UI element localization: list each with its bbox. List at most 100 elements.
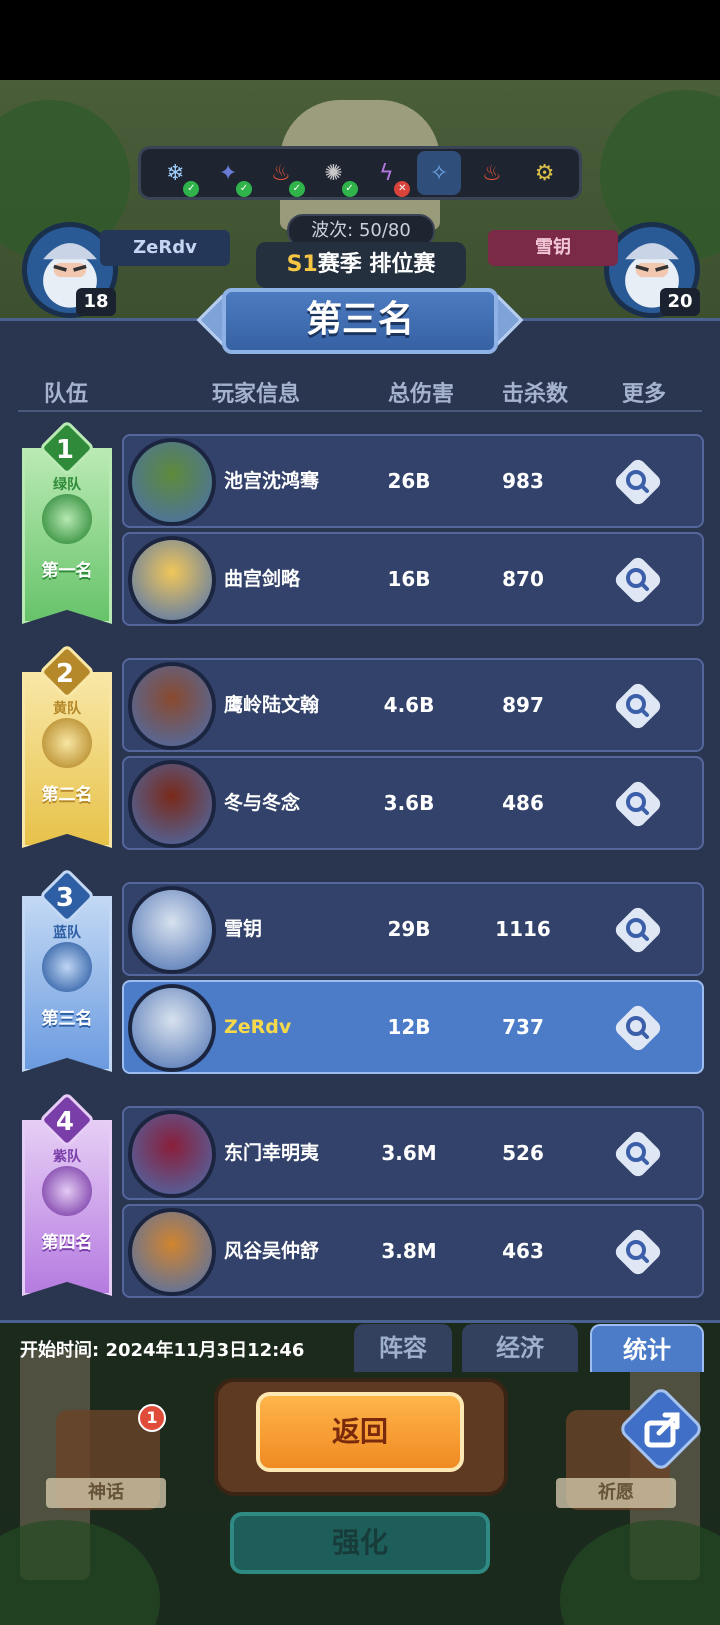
season-mode: 赛季 排位赛 [317,252,436,277]
magnifier-icon [626,918,649,941]
team-number: 1 [55,435,74,466]
left-player-level: 18 [76,288,116,316]
player-row[interactable]: 雪钥 29B 1116 [122,882,704,976]
header-divider [18,410,702,412]
player-name: 风谷吴仲舒 [224,1240,320,1262]
snowflake-icon: ❄ ✓ [153,151,200,197]
magnifier-icon [626,694,649,717]
wish-label: 祈愿 [556,1478,676,1508]
team-name: 黄队 [53,701,81,717]
player-total-damage: 3.6B [383,791,435,815]
player-kills: 526 [502,1141,544,1165]
header-more: 更多 [622,382,667,407]
mythic-label: 神话 [46,1478,166,1508]
view-details-button[interactable] [612,1002,664,1054]
magnifier-icon [626,792,649,815]
player-total-damage: 4.6B [383,693,435,717]
view-details-button[interactable] [612,904,664,956]
team-ribbon: 3 蓝队 第三名 [22,867,112,1086]
magnifier-icon [626,1142,649,1165]
view-details-button[interactable] [612,778,664,830]
match-start-time: 开始时间: 2024年11月3日12:46 [20,1340,305,1361]
magnifier-icon [626,568,649,591]
player-row[interactable]: 风谷吴仲舒 3.8M 463 [122,1204,704,1298]
player-row[interactable]: 鹰岭陆文翰 4.6B 897 [122,658,704,752]
header-player-info: 玩家信息 [212,382,301,407]
return-button[interactable]: 返回 [256,1392,464,1472]
wind-icon: ✺ ✓ [312,151,358,197]
wizard-icon: ✦ ✓ [206,151,253,197]
player-total-damage: 12B [387,1015,431,1039]
view-details-button[interactable] [612,554,664,606]
team-emblem-icon [42,1166,92,1216]
player-kills: 1116 [495,917,551,941]
team-ribbon: 4 紫队 第四名 [22,1091,112,1310]
player-row[interactable]: 曲宫剑略 16B 870 [122,532,704,626]
view-details-button[interactable] [612,456,664,508]
player-name: 鹰岭陆文翰 [224,694,320,716]
team-name: 蓝队 [53,925,81,941]
season-title: S1赛季 排位赛 [256,242,466,288]
check-icon: ✓ [236,181,253,197]
lightning-icon: ϟ ✕ [364,151,411,197]
player-kills: 870 [502,567,544,591]
tab-statistics[interactable]: 统计 [590,1324,704,1372]
fire-icon: ♨ [482,160,502,186]
player-kills: 983 [502,469,544,493]
player-row[interactable]: 冬与冬念 3.6B 486 [122,756,704,850]
tab-lineup[interactable]: 阵容 [354,1324,452,1372]
team-number: 3 [55,883,74,914]
view-details-button[interactable] [612,1226,664,1278]
team-placement: 第四名 [41,1233,93,1253]
player-total-damage: 3.8M [381,1239,437,1263]
fire-icon: ♨ ✓ [259,151,305,197]
team-placement: 第二名 [41,785,93,805]
team-name: 绿队 [53,477,81,493]
tower-loadout-bar: ❄ ✓ ✦ ✓ ♨ ✓ ✺ ✓ ϟ ✕ ✧ ♨ ⚙ [138,146,582,200]
player-avatar [128,438,216,526]
player-name: 雪钥 [224,918,263,940]
check-icon: ✓ [341,181,358,197]
season-number: S1 [286,252,318,277]
team-ribbon: 1 绿队 第一名 [22,419,112,638]
left-player-name: ZeRdv [100,230,230,266]
share-icon [644,1412,680,1448]
header-kills: 击杀数 [502,382,569,407]
player-name: 池宫沈鸿骞 [224,470,320,492]
player-avatar [128,662,216,750]
view-details-button[interactable] [612,1128,664,1180]
upgrade-button[interactable]: 强化 [230,1512,490,1574]
cross-icon: ✕ [394,181,411,197]
player-name: ZeRdv [224,1016,292,1038]
robot-icon: ⚙ [534,160,555,186]
player-avatar [128,886,216,974]
magnifier-icon [626,1016,649,1039]
status-bar [0,0,720,80]
player-name: 曲宫剑略 [224,568,301,590]
player-row[interactable]: 池宫沈鸿骞 26B 983 [122,434,704,528]
check-icon: ✓ [288,181,305,197]
player-row-self[interactable]: ZeRdv 12B 737 [122,980,704,1074]
team-ribbon: 2 黄队 第二名 [22,643,112,862]
header-team: 队伍 [44,382,89,407]
check-icon: ✓ [183,181,200,197]
notification-badge: 1 [138,1404,166,1432]
team-number: 4 [55,1107,74,1138]
team-emblem-icon [42,942,92,992]
player-avatar [128,536,216,624]
player-kills: 897 [502,693,544,717]
player-name: 冬与冬念 [224,792,301,814]
tab-economy[interactable]: 经济 [462,1324,578,1372]
team-name: 紫队 [53,1149,81,1165]
right-player-level: 20 [660,288,700,316]
view-details-button[interactable] [612,680,664,732]
player-avatar [128,760,216,848]
team-emblem-icon [42,494,92,544]
magnifier-icon [626,470,649,493]
player-row[interactable]: 东门幸明夷 3.6M 526 [122,1106,704,1200]
player-total-damage: 26B [387,469,431,493]
ice-hero-icon: ✧ [417,151,462,195]
player-kills: 463 [502,1239,544,1263]
rank-title-banner: 第三名 [222,288,498,354]
team-placement: 第一名 [41,561,93,581]
